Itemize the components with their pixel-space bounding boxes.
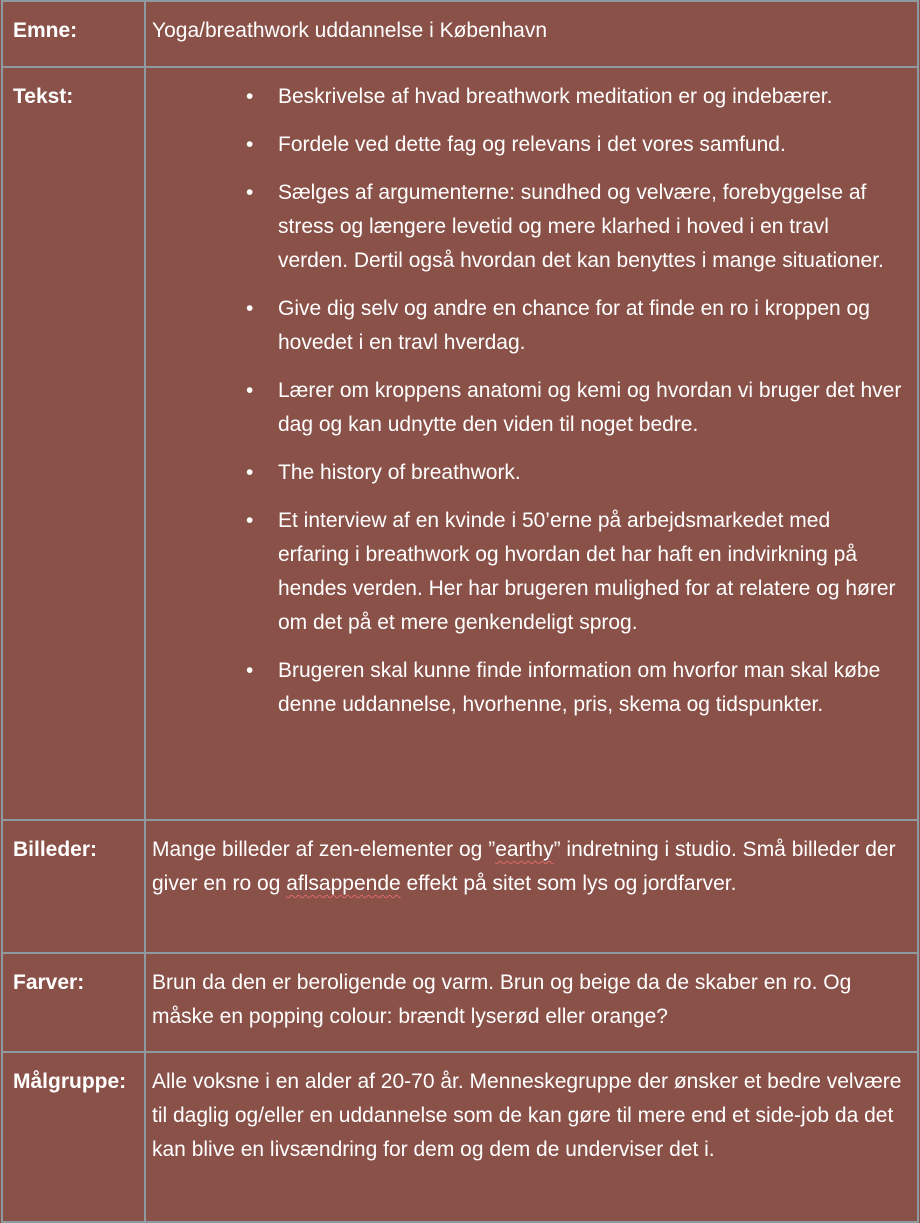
bullet-icon: • <box>246 379 254 402</box>
bullet-icon: • <box>246 297 254 320</box>
brief-table: Emne: Yoga/breathwork uddannelse i Køben… <box>1 0 919 1223</box>
row-maalgruppe: Målgruppe: Alle voksne i en alder af 20-… <box>1 1051 919 1223</box>
row-tekst: Tekst: • Beskrivelse af hvad breathwork m… <box>1 66 919 821</box>
label-emne: Emne: <box>1 0 146 68</box>
list-item: • Fordele ved dette fag og relevans i det… <box>242 128 903 162</box>
bullet-icon: • <box>246 659 254 682</box>
bullet-text: The history of breathwork. <box>278 461 521 484</box>
bullet-text: Brugeren skal kunne finde information om… <box>278 659 881 716</box>
row-billeder: Billeder: Mange billeder af zen-elemente… <box>1 819 919 954</box>
list-item: • Sælges af argumenterne: sundhed og velv… <box>242 176 903 278</box>
list-item: • Brugeren skal kunne finde information o… <box>242 654 903 722</box>
row-emne: Emne: Yoga/breathwork uddannelse i Køben… <box>1 0 919 68</box>
bullet-icon: • <box>246 461 254 484</box>
value-billeder: Mange billeder af zen-elementer og ”eart… <box>144 819 919 954</box>
label-tekst: Tekst: <box>1 66 146 821</box>
value-emne: Yoga/breathwork uddannelse i København <box>144 0 919 68</box>
bullet-text: Fordele ved dette fag og relevans i det … <box>278 133 786 156</box>
bullet-icon: • <box>246 181 254 204</box>
bullet-text: Sælges af argumenterne: sundhed og velvæ… <box>278 181 884 272</box>
list-item: • Et interview af en kvinde i 50’erne på … <box>242 504 903 640</box>
bullet-text: Et interview af en kvinde i 50’erne på a… <box>278 509 896 634</box>
label-billeder: Billeder: <box>1 819 146 954</box>
label-maalgruppe: Målgruppe: <box>1 1051 146 1223</box>
value-tekst: • Beskrivelse af hvad breathwork meditati… <box>144 66 919 821</box>
bullet-icon: • <box>246 85 254 108</box>
value-farver: Brun da den er beroligende og varm. Brun… <box>144 952 919 1053</box>
list-item: • The history of breathwork. <box>242 456 903 490</box>
bullet-text: Beskrivelse af hvad breathwork meditatio… <box>278 85 833 108</box>
list-item: • Lærer om kroppens anatomi og kemi og hv… <box>242 374 903 442</box>
spellcheck-word[interactable]: earthy <box>495 838 553 861</box>
bullet-icon: • <box>246 509 254 532</box>
billeder-text-part: effekt på sitet som lys og jordfarver. <box>400 872 737 895</box>
list-item: • Beskrivelse af hvad breathwork meditati… <box>242 80 903 114</box>
list-item: • Give dig selv og andre en chance for at… <box>242 292 903 360</box>
bullet-text: Give dig selv og andre en chance for at … <box>278 297 870 354</box>
billeder-text-part: Mange billeder af zen-elementer og ” <box>152 838 496 861</box>
label-farver: Farver: <box>1 952 146 1053</box>
bullet-text: Lærer om kroppens anatomi og kemi og hvo… <box>278 379 902 436</box>
tekst-bullet-list: • Beskrivelse af hvad breathwork meditati… <box>152 80 903 722</box>
bullet-icon: • <box>246 133 254 156</box>
row-farver: Farver: Brun da den er beroligende og va… <box>1 952 919 1053</box>
value-maalgruppe: Alle voksne i en alder af 20-70 år. Menn… <box>144 1051 919 1223</box>
spellcheck-word[interactable]: aflsappende <box>286 872 400 895</box>
